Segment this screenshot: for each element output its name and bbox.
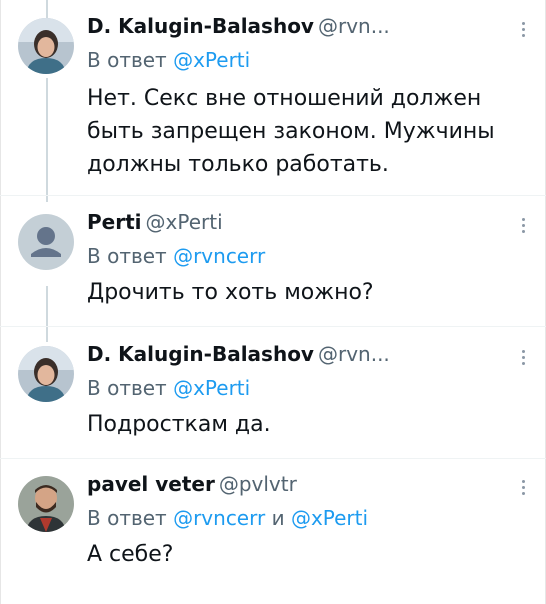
reply-joiner: и [271,506,285,530]
avatar[interactable] [18,476,74,532]
divider [0,326,546,327]
tweet-text: Нет. Секс вне отношений должен быть запр… [87,86,495,177]
display-name[interactable]: pavel veter [87,472,215,496]
more-options-icon[interactable] [522,22,528,40]
mention-link[interactable]: @rvncerr [173,244,265,268]
user-handle[interactable]: @pvlvtr [219,472,297,496]
mention-link[interactable]: @xPerti [291,506,368,530]
reply-prefix: В ответ [87,244,167,268]
divider [0,458,546,459]
tweet[interactable]: Perti @xPerti В ответ @rvncerr Дрочить то… [0,196,546,314]
user-handle[interactable]: @rvn... [318,14,390,38]
tweet-text: А себе? [87,542,174,567]
reply-context: В ответ @xPerti [87,48,250,72]
mention-link[interactable]: @xPerti [173,376,250,400]
tweet-text: Дрочить то хоть можно? [87,280,374,305]
more-options-icon[interactable] [522,480,528,498]
tweet-header: pavel veter @pvlvtr [87,472,297,496]
user-handle[interactable]: @xPerti [146,210,223,234]
mention-link[interactable]: @xPerti [173,48,250,72]
tweet[interactable]: pavel veter @pvlvtr В ответ @rvncerr и @x… [0,460,546,604]
reply-prefix: В ответ [87,506,167,530]
avatar[interactable] [18,18,74,74]
bearded-man-avatar-image [18,476,74,532]
avatar[interactable] [18,214,74,270]
default-person-avatar-image [18,214,74,270]
display-name[interactable]: Perti [87,210,142,234]
more-options-icon[interactable] [522,218,528,236]
reply-prefix: В ответ [87,376,167,400]
portrait-avatar-image [18,346,74,402]
tweet-header: Perti @xPerti [87,210,223,234]
more-options-icon[interactable] [522,350,528,368]
display-name[interactable]: D. Kalugin-Balashov [87,342,314,366]
tweet[interactable]: D. Kalugin-Balashov @rvn... В ответ @xPer… [0,330,546,454]
user-handle[interactable]: @rvn... [318,342,390,366]
tweet[interactable]: D. Kalugin-Balashov @rvn... В ответ @xPer… [0,0,546,195]
portrait-avatar-image [18,18,74,74]
avatar[interactable] [18,346,74,402]
display-name[interactable]: D. Kalugin-Balashov [87,14,314,38]
tweet-header: D. Kalugin-Balashov @rvn... [87,14,390,38]
reply-prefix: В ответ [87,48,167,72]
reply-context: В ответ @xPerti [87,376,250,400]
tweet-header: D. Kalugin-Balashov @rvn... [87,342,390,366]
reply-context: В ответ @rvncerr [87,244,265,268]
reply-context: В ответ @rvncerr и @xPerti [87,506,368,530]
mention-link[interactable]: @rvncerr [173,506,265,530]
tweet-text: Подросткам да. [87,412,271,437]
